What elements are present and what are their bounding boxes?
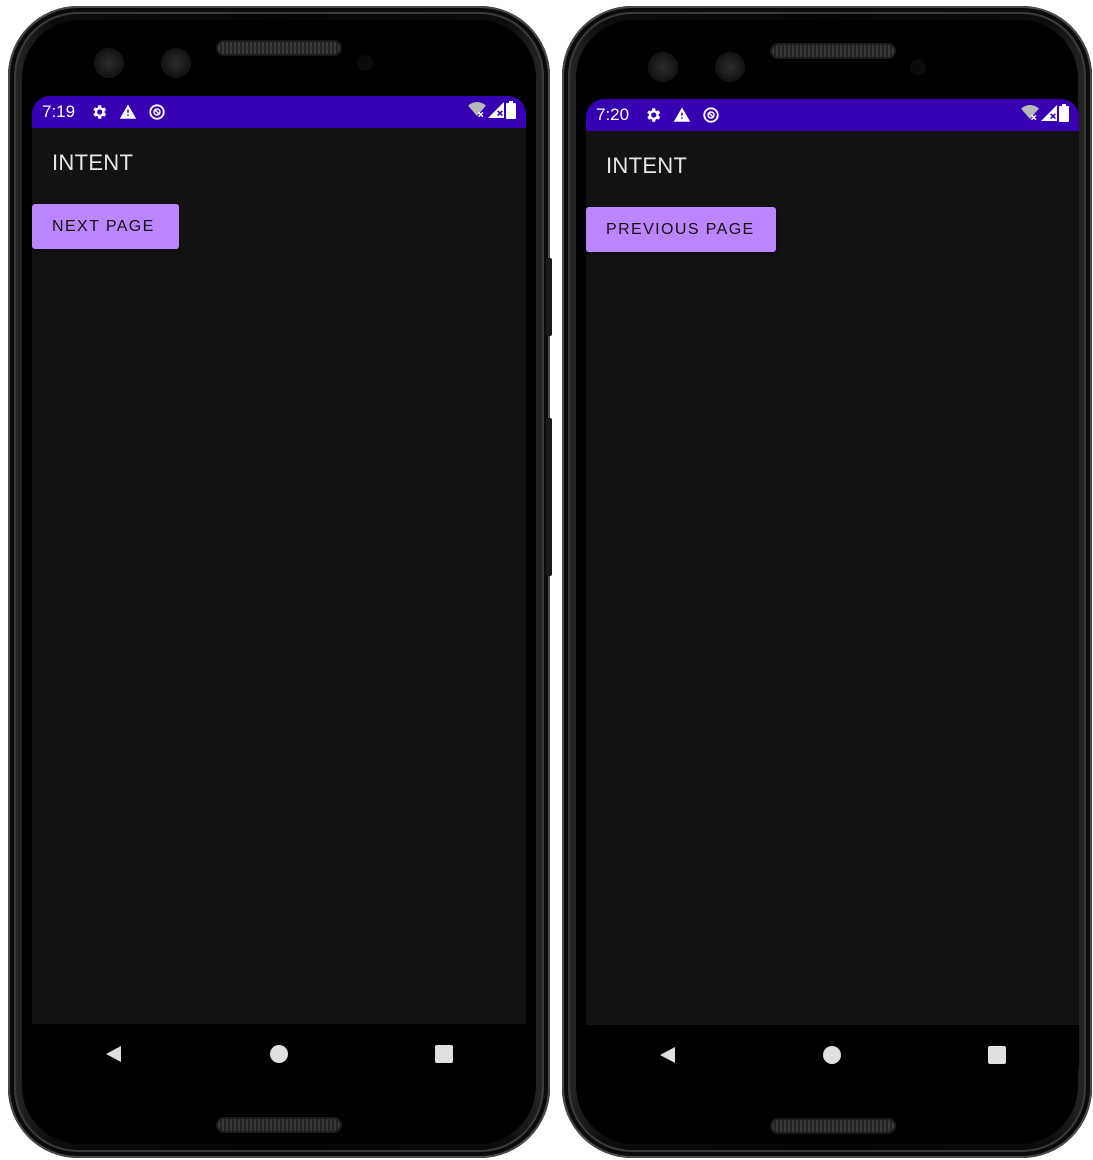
bottom-speaker <box>772 1120 894 1132</box>
status-right-icons <box>1021 103 1069 127</box>
battery-icon <box>506 100 516 124</box>
settings-gear-icon <box>643 105 663 125</box>
status-bar: 7:19 <box>32 96 526 128</box>
back-triangle-icon[interactable] <box>94 1034 134 1074</box>
screen-left: 7:19 INTENT NEXT PAGE <box>32 96 526 1084</box>
screen-right: 7:20 INTENT PREVIOUS PAGE <box>586 99 1079 1085</box>
wifi-off-icon <box>1021 104 1039 126</box>
navigation-bar <box>586 1025 1079 1085</box>
app-title: INTENT <box>52 150 134 175</box>
front-camera-icon <box>163 50 189 76</box>
proximity-sensor <box>910 59 926 75</box>
status-time: 7:20 <box>596 105 630 124</box>
back-triangle-icon[interactable] <box>648 1035 688 1075</box>
sync-circle-icon <box>701 105 721 125</box>
front-camera-icon <box>650 54 676 80</box>
cell-signal-off-icon <box>1041 104 1057 126</box>
front-camera-icon <box>717 54 743 80</box>
status-right-icons <box>468 100 516 124</box>
earpiece-speaker <box>772 45 894 57</box>
sync-circle-icon <box>147 102 167 122</box>
recents-square-icon[interactable] <box>977 1035 1017 1075</box>
home-circle-icon[interactable] <box>812 1035 852 1075</box>
app-title: INTENT <box>606 153 688 178</box>
previous-page-button[interactable]: PREVIOUS PAGE <box>586 207 776 252</box>
home-circle-icon[interactable] <box>259 1034 299 1074</box>
warning-icon <box>672 105 692 125</box>
screenshot-stage: 7:19 INTENT NEXT PAGE 7:20 INTENT PREVIO… <box>0 0 1093 1160</box>
settings-gear-icon <box>89 102 109 122</box>
navigation-bar <box>32 1024 526 1084</box>
power-button <box>546 418 552 576</box>
volume-button <box>546 258 552 336</box>
status-time: 7:19 <box>42 102 76 121</box>
warning-icon <box>118 102 138 122</box>
recents-square-icon[interactable] <box>424 1034 464 1074</box>
earpiece-speaker <box>218 42 340 54</box>
bottom-speaker <box>218 1119 340 1131</box>
wifi-off-icon <box>468 101 486 123</box>
cell-signal-off-icon <box>488 101 504 123</box>
next-page-button[interactable]: NEXT PAGE <box>32 204 179 249</box>
proximity-sensor <box>357 55 373 71</box>
front-camera-icon <box>96 50 122 76</box>
status-bar: 7:20 <box>586 99 1079 131</box>
battery-icon <box>1059 103 1069 127</box>
